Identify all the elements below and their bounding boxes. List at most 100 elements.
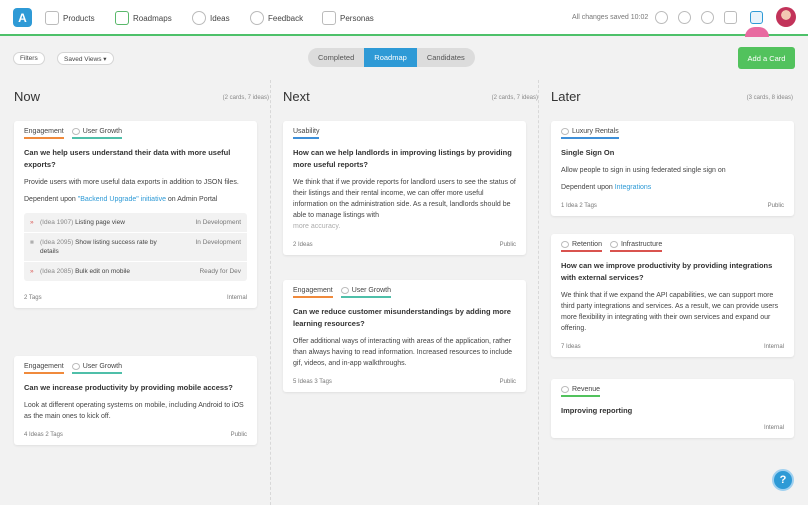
card-title[interactable]: How can we help landlords in improving l… bbox=[293, 147, 516, 171]
idea-text: (Idea 1907) Listing page view bbox=[40, 218, 171, 227]
idea-row[interactable]: » (Idea 1907) Listing page view In Develop… bbox=[24, 213, 247, 232]
card-later-2[interactable]: Retention Infrastructure How can we impr… bbox=[551, 234, 794, 357]
tag-engagement[interactable]: Engagement bbox=[24, 127, 64, 139]
card-counts: 2 Ideas bbox=[293, 242, 313, 248]
column-title: Later bbox=[551, 89, 581, 104]
column-meta: (2 cards, 7 ideas) bbox=[491, 95, 538, 101]
card-counts: 2 Tags bbox=[24, 295, 42, 301]
nav-products[interactable]: Products bbox=[45, 0, 95, 36]
tag-icon bbox=[71, 127, 80, 135]
tag-luxury-rentals[interactable]: Luxury Rentals bbox=[561, 127, 619, 139]
card-later-3[interactable]: Revenue Improving reporting Internal bbox=[551, 379, 794, 438]
tag-label: User Growth bbox=[82, 362, 122, 370]
nav-label: Ideas bbox=[210, 13, 230, 23]
card-title[interactable]: Can we increase productivity by providin… bbox=[24, 382, 247, 394]
column-meta: (3 cards, 8 ideas) bbox=[746, 95, 793, 101]
bell-icon[interactable] bbox=[678, 11, 691, 24]
tag-label: Engagement bbox=[293, 286, 333, 294]
tag-icon bbox=[609, 240, 618, 248]
card-counts: 4 Ideas 2 Tags bbox=[24, 432, 63, 438]
idea-row[interactable]: ■ (Idea 2095) Show listing success rate b… bbox=[24, 232, 247, 261]
idea-status: In Development bbox=[195, 219, 241, 226]
card-now-1[interactable]: Engagement User Growth Can we help users… bbox=[14, 121, 257, 308]
tag-user-growth[interactable]: User Growth bbox=[340, 286, 391, 298]
tag-list: Engagement User Growth bbox=[24, 127, 247, 139]
card-counts: 1 Idea 2 Tags bbox=[561, 203, 597, 209]
tab-candidates[interactable]: Candidates bbox=[417, 48, 475, 67]
card-body-faded: more accuracy. bbox=[293, 223, 341, 230]
decoration-blob bbox=[745, 27, 769, 37]
card-visibility: Public bbox=[767, 203, 784, 209]
saved-views-dropdown[interactable]: Saved Views ▾ bbox=[57, 52, 114, 65]
card-footer: 5 Ideas 3 Tags Public bbox=[293, 379, 516, 385]
idea-row[interactable]: » (Idea 2085) Bulk edit on mobile Ready fo… bbox=[24, 261, 247, 281]
card-next-2[interactable]: Engagement User Growth Can we reduce cus… bbox=[283, 280, 526, 392]
filters-button[interactable]: Filters bbox=[13, 52, 45, 65]
tag-engagement[interactable]: Engagement bbox=[293, 286, 333, 298]
add-card-button[interactable]: Add a Card bbox=[738, 47, 795, 69]
tag-user-growth[interactable]: User Growth bbox=[71, 127, 122, 139]
tag-infrastructure[interactable]: Infrastructure bbox=[609, 240, 663, 252]
card-title[interactable]: Single Sign On bbox=[561, 147, 784, 159]
card-footer: 1 Idea 2 Tags Public bbox=[561, 203, 784, 209]
column-next: Next (2 cards, 7 ideas) Usability How ca… bbox=[283, 80, 541, 505]
card-body: We think that if we provide reports for … bbox=[293, 179, 516, 219]
chat-icon[interactable] bbox=[701, 11, 714, 24]
idea-id: (Idea 2095) bbox=[40, 239, 74, 246]
person-icon bbox=[322, 11, 336, 25]
tag-engagement[interactable]: Engagement bbox=[24, 362, 64, 374]
apps-grid-icon[interactable] bbox=[750, 11, 763, 24]
nav-personas[interactable]: Personas bbox=[322, 0, 374, 36]
card-body: Provide users with more useful data expo… bbox=[24, 179, 239, 186]
card-body: Look at different operating systems on m… bbox=[24, 402, 244, 420]
tag-list: Luxury Rentals bbox=[561, 127, 784, 139]
card-title[interactable]: Improving reporting bbox=[561, 405, 784, 417]
nav-roadmaps[interactable]: Roadmaps bbox=[115, 0, 172, 36]
settings-icon[interactable] bbox=[724, 11, 737, 24]
card-visibility: Internal bbox=[763, 425, 784, 431]
card-body: Offer additional ways of interacting wit… bbox=[293, 338, 513, 367]
card-later-1[interactable]: Luxury Rentals Single Sign On Allow peop… bbox=[551, 121, 794, 216]
help-button[interactable]: ? bbox=[772, 469, 794, 491]
card-title[interactable]: Can we reduce customer misunderstandings… bbox=[293, 306, 516, 330]
dependency-suffix: on Admin Portal bbox=[165, 196, 218, 203]
tag-label: Infrastructure bbox=[620, 240, 663, 248]
column-meta: (2 cards, 7 ideas) bbox=[222, 95, 269, 101]
card-title[interactable]: Can we help users understand their data … bbox=[24, 147, 247, 171]
card-title[interactable]: How can we improve productivity by provi… bbox=[561, 260, 784, 284]
tag-label: Luxury Rentals bbox=[572, 127, 619, 135]
tag-retention[interactable]: Retention bbox=[561, 240, 602, 252]
card-next-1[interactable]: Usability How can we help landlords in i… bbox=[283, 121, 526, 255]
lightbulb-icon bbox=[192, 11, 206, 25]
tag-label: User Growth bbox=[82, 127, 122, 135]
tab-roadmap[interactable]: Roadmap bbox=[364, 48, 417, 67]
tag-revenue[interactable]: Revenue bbox=[561, 385, 601, 397]
tag-list: Engagement User Growth bbox=[293, 286, 516, 298]
dependency-link[interactable]: "Backend Upgrade" initiative bbox=[78, 196, 166, 203]
nav-label: Personas bbox=[340, 13, 374, 23]
nav-label: Products bbox=[63, 13, 95, 23]
nav-ideas[interactable]: Ideas bbox=[192, 0, 230, 36]
view-switcher: Completed Roadmap Candidates bbox=[308, 48, 475, 67]
tag-label: Engagement bbox=[24, 127, 64, 135]
card-now-2[interactable]: Engagement User Growth Can we increase p… bbox=[14, 356, 257, 445]
top-bar: A Products Roadmaps Ideas Feedback Perso… bbox=[0, 0, 808, 37]
app-logo-icon[interactable]: A bbox=[13, 8, 32, 27]
card-dependency: Dependent upon "Backend Upgrade" initiat… bbox=[24, 194, 247, 205]
card-visibility: Internal bbox=[763, 344, 784, 350]
tag-usability[interactable]: Usability bbox=[293, 127, 320, 139]
tag-label: Retention bbox=[572, 240, 602, 248]
search-icon[interactable] bbox=[655, 11, 668, 24]
toolbar: Filters Saved Views ▾ Completed Roadmap … bbox=[0, 38, 808, 78]
tab-completed[interactable]: Completed bbox=[308, 48, 364, 67]
dependency-link[interactable]: Integrations bbox=[615, 184, 652, 191]
avatar[interactable] bbox=[776, 7, 796, 27]
idea-title: Bulk edit on mobile bbox=[75, 268, 130, 275]
idea-status: Ready for Dev bbox=[199, 268, 241, 275]
idea-text: (Idea 2085) Bulk edit on mobile bbox=[40, 267, 171, 276]
tag-user-growth[interactable]: User Growth bbox=[71, 362, 122, 374]
tag-label: Revenue bbox=[572, 385, 601, 393]
nav-feedback[interactable]: Feedback bbox=[250, 0, 303, 36]
nav-label: Roadmaps bbox=[133, 13, 172, 23]
card-body: Allow people to sign in using federated … bbox=[561, 167, 726, 174]
